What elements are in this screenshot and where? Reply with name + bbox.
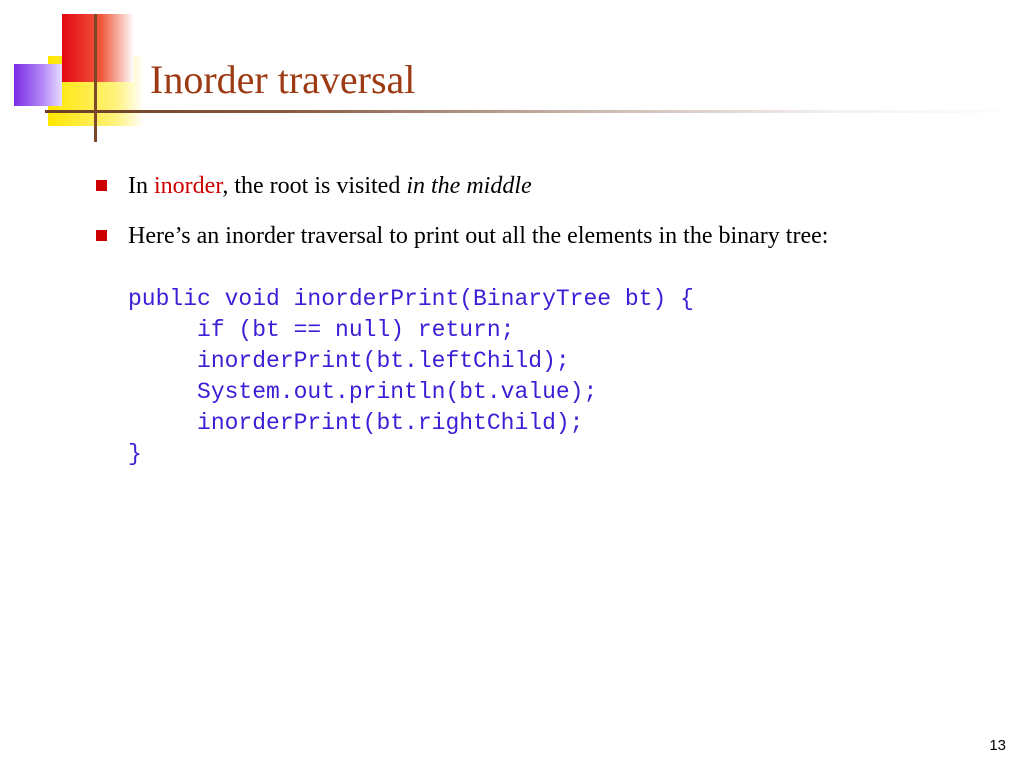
bullet-1-mid: , the root is visited <box>222 173 406 199</box>
page-number: 13 <box>989 737 1006 754</box>
slide: Inorder traversal In inorder, the root i… <box>0 0 1024 768</box>
deco-red <box>62 14 134 82</box>
title-underline <box>45 110 1024 113</box>
bullet-1-key: inorder <box>154 173 222 199</box>
slide-title: Inorder traversal <box>150 56 1024 103</box>
title-wrap: Inorder traversal <box>150 56 1024 103</box>
deco-vertical-line <box>94 14 97 142</box>
bullet-2: Here’s an inorder traversal to print out… <box>92 218 964 254</box>
bullet-1-pre: In <box>128 173 154 199</box>
bullet-1: In inorder, the root is visited in the m… <box>92 168 964 204</box>
bullet-list: In inorder, the root is visited in the m… <box>92 168 964 254</box>
deco-purple <box>14 64 62 106</box>
logo-decoration <box>14 14 144 134</box>
content-area: In inorder, the root is visited in the m… <box>92 168 964 470</box>
bullet-1-em: in the middle <box>406 173 531 199</box>
code-block: public void inorderPrint(BinaryTree bt) … <box>92 284 964 470</box>
